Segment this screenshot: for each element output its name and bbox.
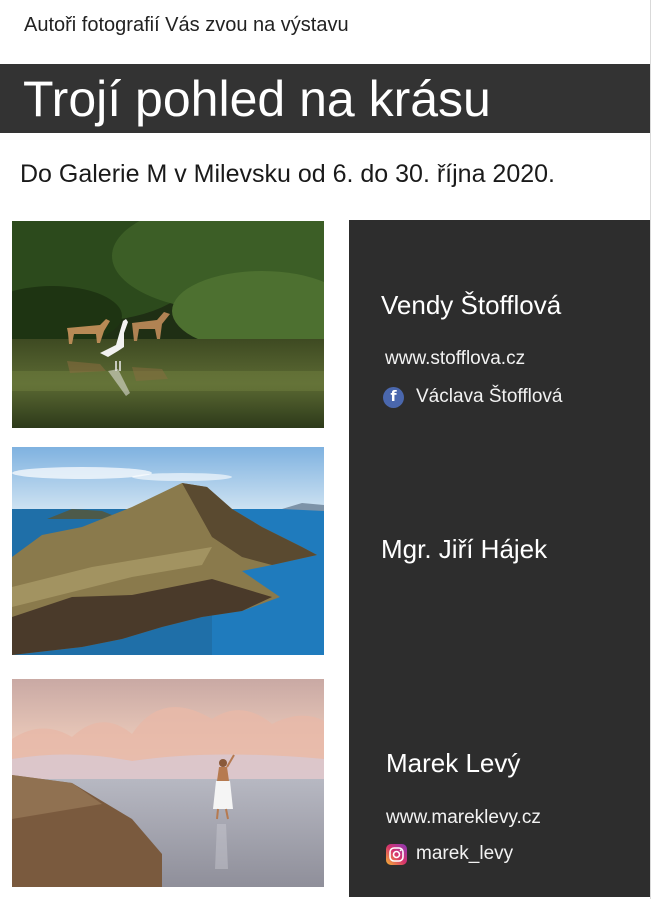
photo-deer-and-heron [12,221,324,428]
author-name-stofflova: Vendy Štofflová [381,290,562,320]
page-border [650,0,651,899]
photo-woman-on-beach [12,679,324,887]
photo-coastal-cliffs [12,447,324,655]
author-name-hajek: Mgr. Jiří Hájek [381,534,548,564]
exhibition-title: Trojí pohled na krásu [23,71,491,127]
instagram-label: marek_levy [416,843,514,864]
facebook-label: Václava Štofflová [416,386,563,407]
author-name-levy: Marek Levý [386,748,521,778]
facebook-icon: f [383,386,404,408]
facebook-link[interactable]: f Václava Štofflová [383,386,562,408]
website-link-stofflova[interactable]: www.stofflova.cz [385,348,525,370]
website-link-levy[interactable]: www.mareklevy.cz [386,807,541,829]
intro-text: Autoři fotografií Vás zvou na výstavu [24,14,349,36]
instagram-icon [386,843,407,865]
instagram-link[interactable]: marek_levy [386,843,513,865]
venue-dates: Do Galerie M v Milevsku od 6. do 30. říj… [20,160,555,188]
